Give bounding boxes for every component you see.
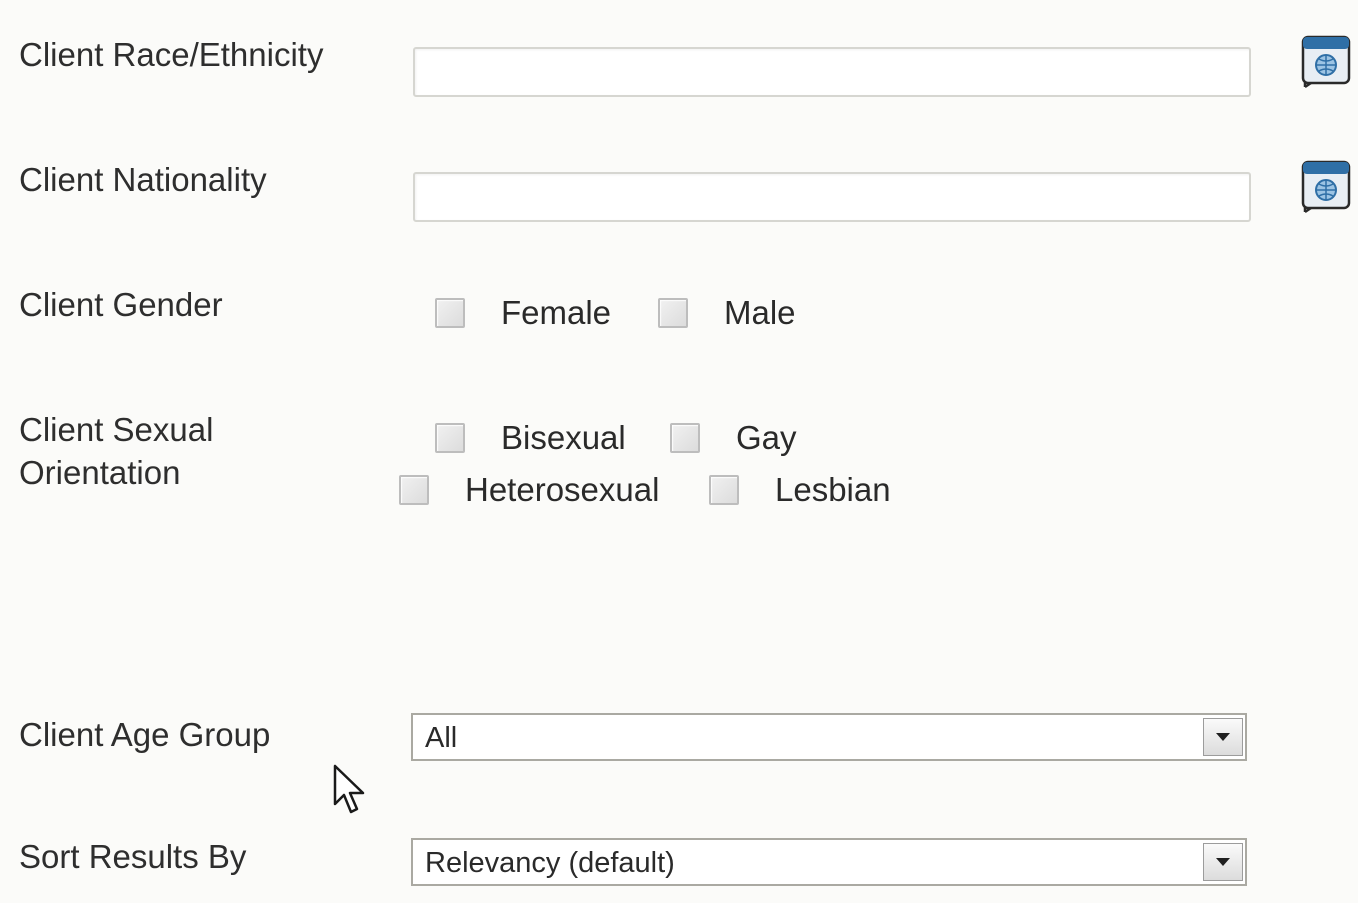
- nationality-input[interactable]: [413, 172, 1251, 222]
- gender-male-checkbox[interactable]: [658, 298, 688, 328]
- orientation-bisexual-checkbox[interactable]: [435, 423, 465, 453]
- chevron-down-icon: [1216, 858, 1230, 866]
- nationality-lookup-button[interactable]: [1301, 158, 1353, 214]
- gender-label: Client Gender: [19, 286, 223, 323]
- race-ethnicity-lookup-button[interactable]: [1301, 33, 1353, 89]
- orientation-lesbian-checkbox[interactable]: [709, 475, 739, 505]
- age-group-dropdown-button[interactable]: [1203, 718, 1243, 756]
- orientation-bisexual-label: Bisexual: [501, 419, 626, 456]
- sort-results-label: Sort Results By: [19, 838, 247, 875]
- chevron-down-icon: [1216, 733, 1230, 741]
- orientation-lesbian-option[interactable]: Lesbian: [709, 468, 891, 512]
- orientation-gay-option[interactable]: Gay: [670, 416, 797, 460]
- sort-results-select[interactable]: Relevancy (default): [411, 838, 1247, 886]
- gender-female-option[interactable]: Female: [435, 291, 611, 335]
- orientation-bisexual-option[interactable]: Bisexual: [435, 416, 626, 460]
- orientation-gay-label: Gay: [736, 419, 797, 456]
- orientation-label-line2: Orientation: [19, 454, 181, 491]
- race-ethnicity-input[interactable]: [413, 47, 1251, 97]
- lookup-globe-icon: [1301, 160, 1351, 214]
- orientation-label-line1: Client Sexual: [19, 411, 214, 448]
- gender-male-label: Male: [724, 294, 796, 331]
- race-ethnicity-label: Client Race/Ethnicity: [19, 36, 324, 73]
- gender-male-option[interactable]: Male: [658, 291, 796, 335]
- orientation-lesbian-label: Lesbian: [775, 471, 891, 508]
- age-group-selected-value: All: [425, 722, 458, 754]
- age-group-select[interactable]: All: [411, 713, 1247, 761]
- sort-results-selected-value: Relevancy (default): [425, 847, 675, 879]
- gender-female-checkbox[interactable]: [435, 298, 465, 328]
- orientation-heterosexual-checkbox[interactable]: [399, 475, 429, 505]
- mouse-pointer-icon: [333, 764, 365, 814]
- orientation-heterosexual-option[interactable]: Heterosexual: [399, 468, 659, 512]
- sort-results-dropdown-button[interactable]: [1203, 843, 1243, 881]
- orientation-gay-checkbox[interactable]: [670, 423, 700, 453]
- lookup-globe-icon: [1301, 35, 1351, 89]
- age-group-label: Client Age Group: [19, 716, 271, 753]
- nationality-label: Client Nationality: [19, 161, 267, 198]
- orientation-heterosexual-label: Heterosexual: [465, 471, 660, 508]
- search-filters-form: Client Race/Ethnicity Client Nationality…: [0, 0, 1358, 903]
- gender-female-label: Female: [501, 294, 612, 331]
